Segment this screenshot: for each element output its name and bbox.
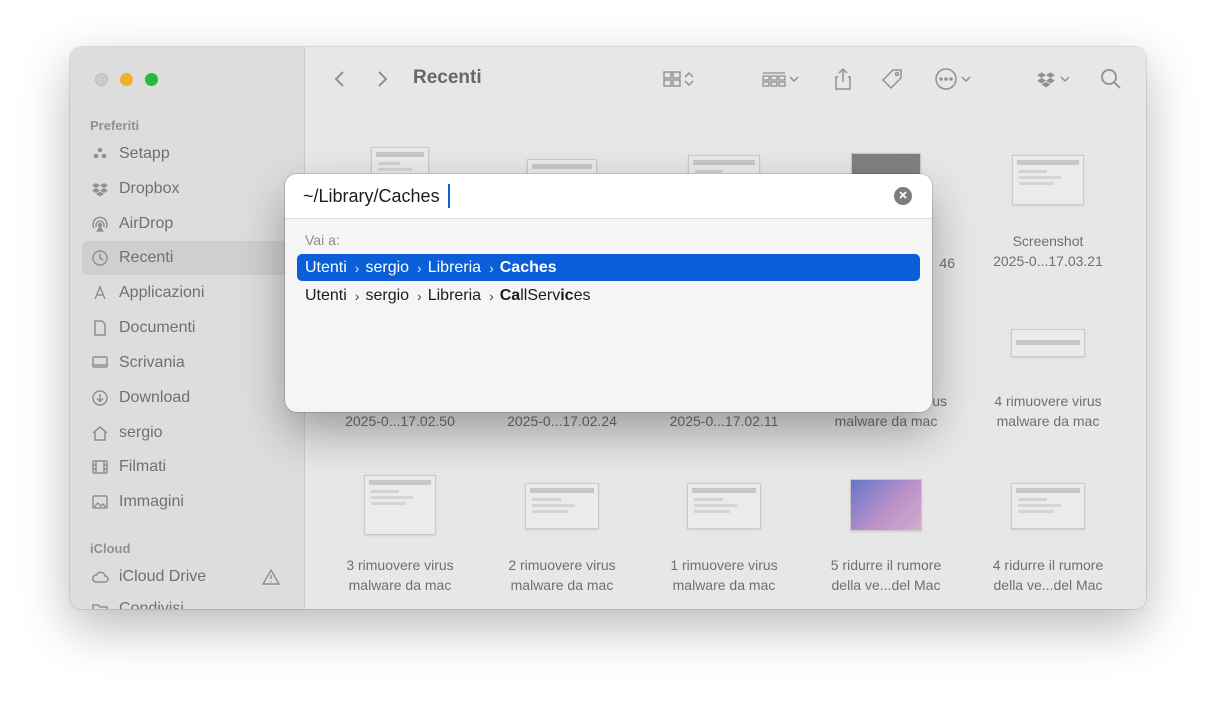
- path-segment: sergio: [365, 258, 410, 276]
- path-segment: sergio: [365, 286, 410, 304]
- suggestion-row-selected[interactable]: Utenti › sergio › Libreria › Caches: [297, 254, 920, 281]
- path-input[interactable]: [303, 182, 863, 210]
- match-part: ic: [560, 286, 574, 304]
- match-part: Ca: [499, 286, 521, 304]
- chevron-right-icon: ›: [354, 259, 360, 276]
- suggestion-row[interactable]: Utenti › sergio › Libreria › CallService…: [297, 282, 920, 309]
- path-field-container: [285, 174, 932, 219]
- path-segment-last: CallServices: [500, 287, 591, 305]
- path-segment: Utenti: [305, 286, 347, 304]
- close-icon: [898, 187, 908, 205]
- chevron-right-icon: ›: [417, 287, 422, 304]
- chevron-right-icon: ›: [489, 259, 494, 276]
- go-to-folder-dialog: Vai a: Utenti › sergio › Libreria › Cach…: [285, 174, 932, 412]
- path-segment-match: Caches: [499, 258, 557, 276]
- path-segment: Utenti: [305, 258, 347, 276]
- path-segment: Libreria: [427, 258, 482, 276]
- goto-label: Vai a:: [305, 232, 340, 248]
- rest-part: llServ: [520, 286, 561, 304]
- chevron-right-icon: ›: [489, 287, 494, 304]
- chevron-right-icon: ›: [417, 259, 422, 276]
- rest-part: es: [573, 286, 591, 304]
- clear-input-button[interactable]: [894, 187, 912, 205]
- text-caret: [448, 184, 450, 208]
- path-segment: Libreria: [427, 286, 482, 304]
- chevron-right-icon: ›: [354, 287, 360, 304]
